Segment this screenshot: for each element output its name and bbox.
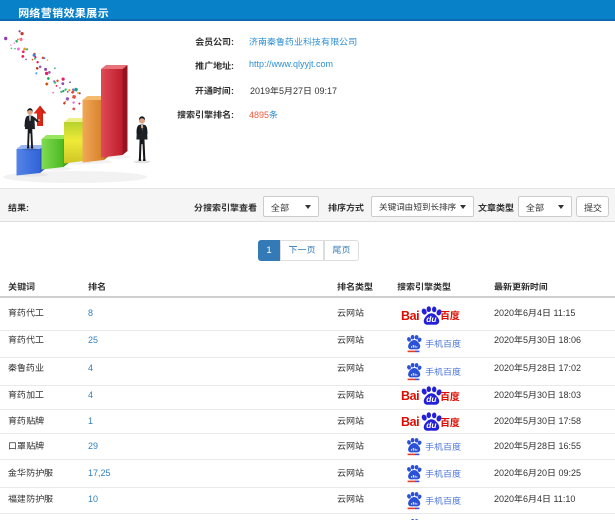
svg-text:du: du [426,394,436,404]
svg-text:du: du [426,314,436,324]
svg-text:du: du [426,420,436,430]
